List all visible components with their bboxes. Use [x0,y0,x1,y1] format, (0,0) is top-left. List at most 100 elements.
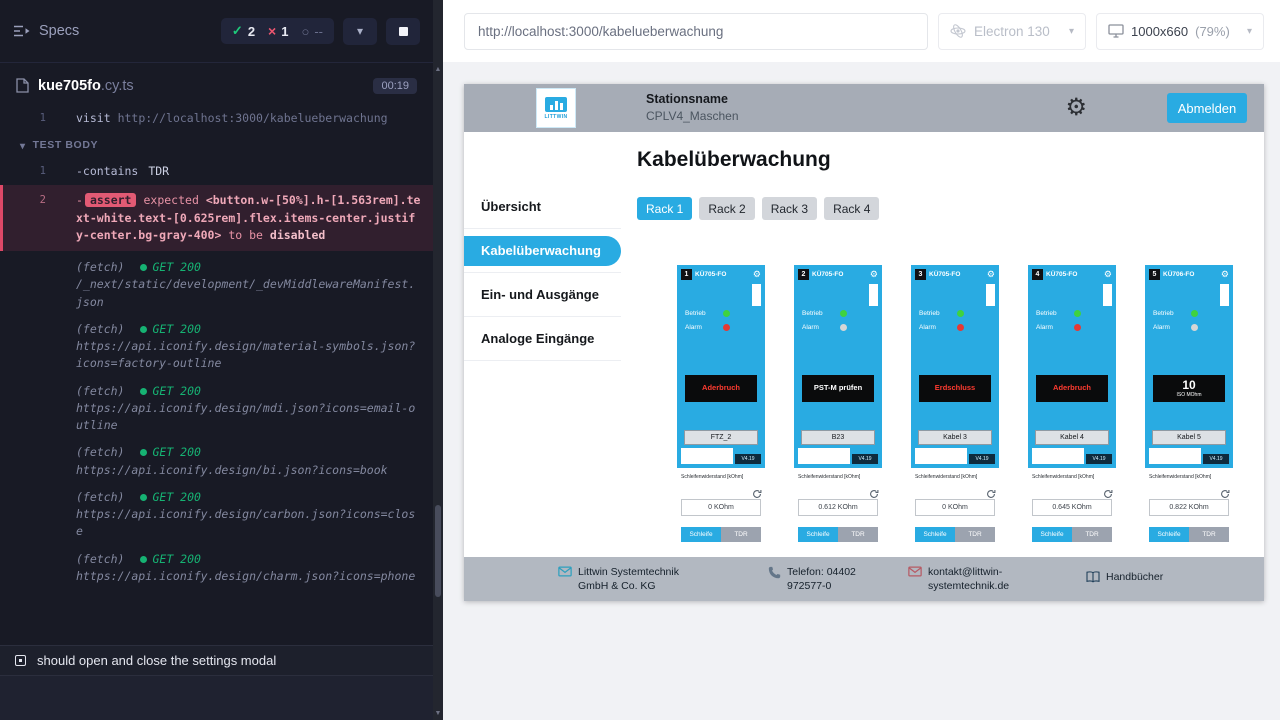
aut-area: http://localhost:3000/kabelueberwachung … [443,0,1280,720]
electron-icon [950,23,966,39]
device-port [1103,284,1112,306]
nav-item-ein-und-ausgaenge[interactable]: Ein- und Ausgänge [464,273,621,317]
browser-select[interactable]: Electron 130 ▾ [938,13,1086,50]
settings-gear-icon[interactable]: ⚙ [1065,96,1087,120]
footer-email[interactable]: kontakt@littwin-systemtechnik.de [908,565,1086,593]
command-contains[interactable]: 1 -containsTDR [0,161,433,182]
tab-rack-1[interactable]: Rack 1 [637,197,692,220]
footer-company[interactable]: Littwin Systemtechnik GmbH & Co. KG [558,565,768,593]
nav-item-analoge-eingaenge[interactable]: Analoge Eingänge [464,317,621,361]
spec-header[interactable]: kue705fo.cy.ts 00:19 [0,63,433,108]
schleife-button[interactable]: Schleife [1149,527,1189,542]
tab-rack-2[interactable]: Rack 2 [699,197,754,220]
resistance-panel: Schleifenwiderstand [kOhm] 0.612 KOhm Sc… [794,468,882,557]
test-body-section[interactable]: ▾ TEST BODY [0,129,433,161]
assert-chip: assert [85,193,137,207]
device-gear-icon[interactable]: ⚙ [753,270,761,279]
stop-icon [399,27,408,36]
fetch-log-row[interactable]: (fetch)GET 200 /_next/static/development… [0,254,433,316]
tdr-button[interactable]: TDR [1072,527,1112,542]
schleife-button[interactable]: Schleife [1032,527,1072,542]
check-icon: ✓ [232,23,243,39]
firmware-version: V4.19 [735,454,761,464]
stat-passed[interactable]: ✓2 [232,23,255,39]
tab-rack-4[interactable]: Rack 4 [824,197,879,220]
status-dot-icon [140,556,147,563]
command-visit[interactable]: 1 visit http://localhost:3000/kabelueber… [0,108,433,129]
test-stats[interactable]: ✓2 ×1 ○-- [221,18,334,44]
viewport-select[interactable]: 1000x660 (79%) ▾ [1096,13,1264,50]
viewport-icon [1108,24,1124,38]
scroll-up-icon[interactable]: ▲ [433,66,443,73]
station-label: Stationsname [646,91,739,108]
url-input[interactable]: http://localhost:3000/kabelueberwachung [464,13,928,50]
cable-name: FTZ_2 [684,430,758,445]
fetch-log-row[interactable]: (fetch)GET 200 https://api.iconify.desig… [0,484,433,546]
status-dot-icon [140,449,147,456]
firmware-version: V4.19 [852,454,878,464]
sidebar-nav: Übersicht Kabelüberwachung Ein- und Ausg… [464,132,621,557]
file-icon [16,78,29,93]
tdr-button[interactable]: TDR [955,527,995,542]
tdr-button[interactable]: TDR [1189,527,1229,542]
resistance-value: 0.645 KOhm [1032,499,1112,516]
stat-pending[interactable]: ○-- [301,24,323,39]
scrollbar-thumb[interactable] [435,505,441,597]
schleife-button[interactable]: Schleife [915,527,955,542]
command-assert-failed[interactable]: 2 -assertexpected <button.w-[50%].h-[1.5… [0,185,433,251]
device-display-blank [798,448,850,464]
firmware-version: V4.19 [969,454,995,464]
scroll-down-icon[interactable]: ▼ [433,710,443,717]
app-header: LITTWIN Stationsname CPLV4_Maschen ⚙ Abm… [464,84,1264,132]
chevron-down-icon: ▾ [20,139,26,154]
stop-button[interactable] [386,18,420,45]
tdr-button[interactable]: TDR [838,527,878,542]
spec-duration: 00:19 [373,78,417,94]
stat-failed[interactable]: ×1 [268,23,288,39]
next-test-row[interactable]: should open and close the settings modal [0,645,433,676]
cypress-topbar: Specs ✓2 ×1 ○-- ▾ [0,0,433,63]
status-dot-icon [140,326,147,333]
fetch-status: GET 200 [140,551,200,568]
fetch-status: GET 200 [140,259,200,276]
device-port [752,284,761,306]
footer-manuals-link[interactable]: Handbücher [1086,570,1163,587]
nav-item-uebersicht[interactable]: Übersicht [464,185,621,229]
betrieb-led [1191,310,1198,317]
refresh-icon[interactable] [869,486,879,504]
cable-name: Kabel 5 [1152,430,1226,445]
reporter-scrollbar[interactable]: ▲ ▼ [433,0,443,720]
tab-rack-3[interactable]: Rack 3 [762,197,817,220]
refresh-icon[interactable] [1103,486,1113,504]
logout-button[interactable]: Abmelden [1167,93,1247,123]
device-gear-icon[interactable]: ⚙ [870,270,878,279]
email-icon [558,566,572,581]
refresh-icon[interactable] [752,486,762,504]
device-gear-icon[interactable]: ⚙ [1221,270,1229,279]
refresh-icon[interactable] [1220,486,1230,504]
schleife-button[interactable]: Schleife [798,527,838,542]
device-gear-icon[interactable]: ⚙ [1104,270,1112,279]
spec-name: kue705fo [38,78,101,94]
nav-item-kabelueberwachung[interactable]: Kabelüberwachung [464,229,621,273]
fetch-log-row[interactable]: (fetch)GET 200 https://api.iconify.desig… [0,439,433,484]
fetch-log-row[interactable]: (fetch)GET 200 https://api.iconify.desig… [0,546,433,591]
refresh-icon[interactable] [986,486,996,504]
cable-name: Kabel 3 [918,430,992,445]
tdr-button[interactable]: TDR [721,527,761,542]
fetch-status: GET 200 [140,444,200,461]
resistance-panel: Schleifenwiderstand [kOhm] 0 KOhm Schlei… [677,468,765,557]
device-cards: 1KÜ705-FO⚙ Betrieb Alarm Aderbruch FTZ_2… [637,265,1264,557]
collapse-button[interactable]: ▾ [343,18,377,45]
footer-phone[interactable]: Telefon: 04402 972577-0 [768,565,908,593]
schleife-button[interactable]: Schleife [681,527,721,542]
fetch-log-row[interactable]: (fetch)GET 200 https://api.iconify.desig… [0,378,433,440]
fetch-log-row[interactable]: (fetch)GET 200 https://api.iconify.desig… [0,316,433,378]
specs-button[interactable]: Specs [13,23,79,39]
device-gear-icon[interactable]: ⚙ [987,270,995,279]
betrieb-led [1074,310,1081,317]
resistance-value: 0.822 KOhm [1149,499,1229,516]
littwin-logo: LITTWIN [536,88,576,128]
cable-name: B23 [801,430,875,445]
alarm-led [1191,324,1198,331]
